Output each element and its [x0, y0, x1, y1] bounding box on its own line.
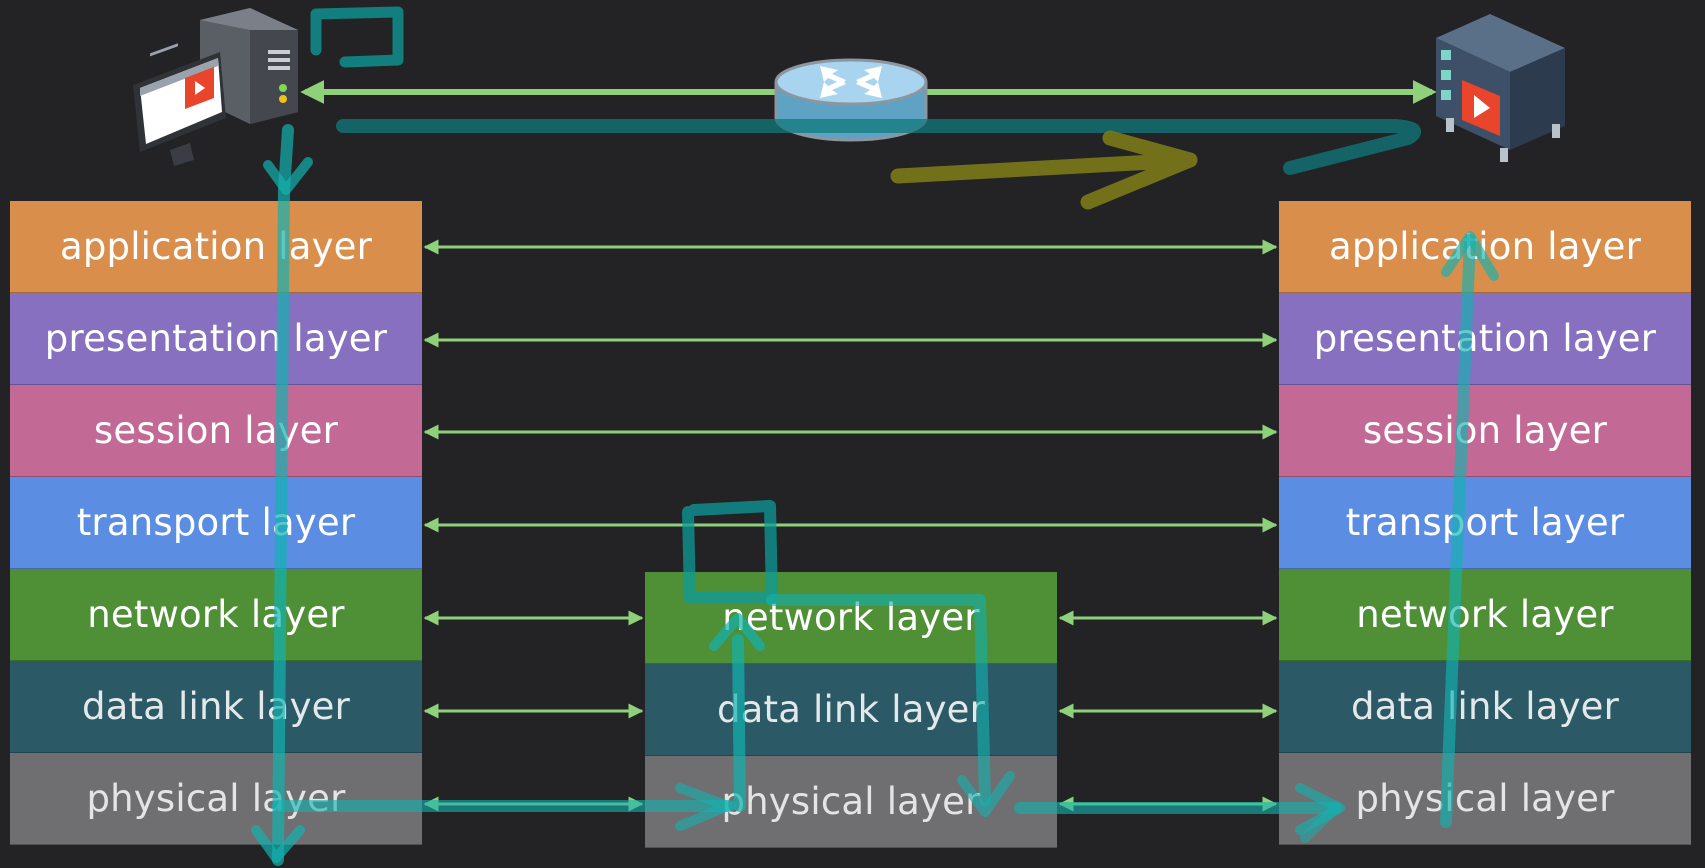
osi-diagram-canvas: application layer presentation layer ses… — [0, 0, 1705, 868]
left-transport-layer: transport layer — [10, 477, 422, 569]
server-icon — [1436, 14, 1565, 162]
router-osi-stack: network layer data link layer physical l… — [645, 572, 1057, 848]
desktop-computer-icon — [133, 8, 298, 166]
left-presentation-layer: presentation layer — [10, 293, 422, 385]
left-physical-layer: physical layer — [10, 753, 422, 845]
router-physical-layer: physical layer — [645, 756, 1057, 848]
router-icon — [774, 58, 928, 142]
left-network-layer: network layer — [10, 569, 422, 661]
left-application-layer: application layer — [10, 201, 422, 293]
right-osi-stack: application layer presentation layer ses… — [1279, 201, 1691, 845]
right-transport-layer: transport layer — [1279, 477, 1691, 569]
right-data-link-layer: data link layer — [1279, 661, 1691, 753]
right-session-layer: session layer — [1279, 385, 1691, 477]
right-network-layer: network layer — [1279, 569, 1691, 661]
right-application-layer: application layer — [1279, 201, 1691, 293]
right-presentation-layer: presentation layer — [1279, 293, 1691, 385]
left-session-layer: session layer — [10, 385, 422, 477]
right-physical-layer: physical layer — [1279, 753, 1691, 845]
router-data-link-layer: data link layer — [645, 664, 1057, 756]
left-osi-stack: application layer presentation layer ses… — [10, 201, 422, 845]
router-network-layer: network layer — [645, 572, 1057, 664]
olive-arrow-annotation — [890, 130, 1198, 210]
left-data-link-layer: data link layer — [10, 661, 422, 753]
